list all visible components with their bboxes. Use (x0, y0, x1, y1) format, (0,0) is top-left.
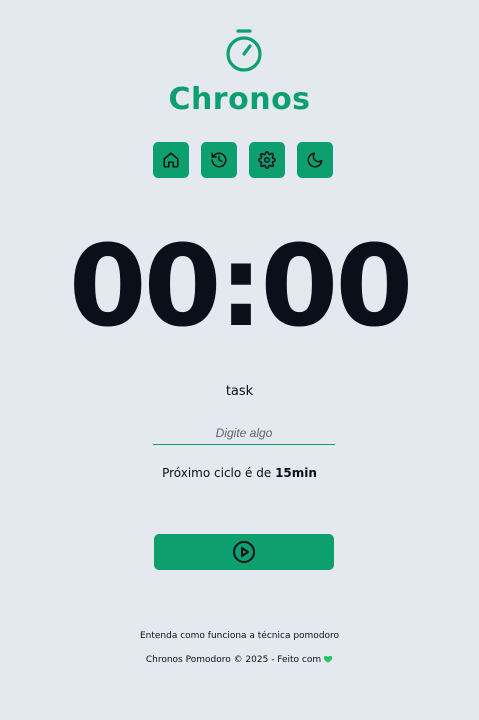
gear-icon (258, 151, 276, 169)
timer-display: 00:00 (68, 222, 414, 352)
theme-toggle-button[interactable] (297, 142, 333, 178)
task-input[interactable] (153, 421, 335, 445)
start-button[interactable] (154, 534, 334, 570)
pomodoro-info-link[interactable]: Entenda como funciona a técnica pomodoro (0, 628, 479, 644)
play-circle-icon (233, 541, 255, 563)
house-icon (163, 152, 179, 168)
main-nav (153, 142, 335, 180)
moon-icon (307, 152, 323, 168)
history-icon (211, 152, 227, 168)
home-button[interactable] (153, 142, 189, 178)
app-title: Chronos (168, 82, 311, 117)
history-button[interactable] (201, 142, 237, 178)
task-label: task (225, 384, 254, 399)
heart-icon (323, 654, 333, 670)
copyright-text: Chronos Pomodoro © 2025 - Feito com (145, 655, 322, 665)
next-cycle-info: Próximo ciclo é de 15min (0, 463, 479, 483)
next-cycle-text: Próximo ciclo é de (162, 466, 276, 480)
next-cycle-duration: 15min (275, 466, 317, 480)
settings-button[interactable] (249, 142, 285, 178)
footer-copyright: Chronos Pomodoro © 2025 - Feito com (0, 652, 479, 670)
stopwatch-icon (224, 28, 264, 74)
